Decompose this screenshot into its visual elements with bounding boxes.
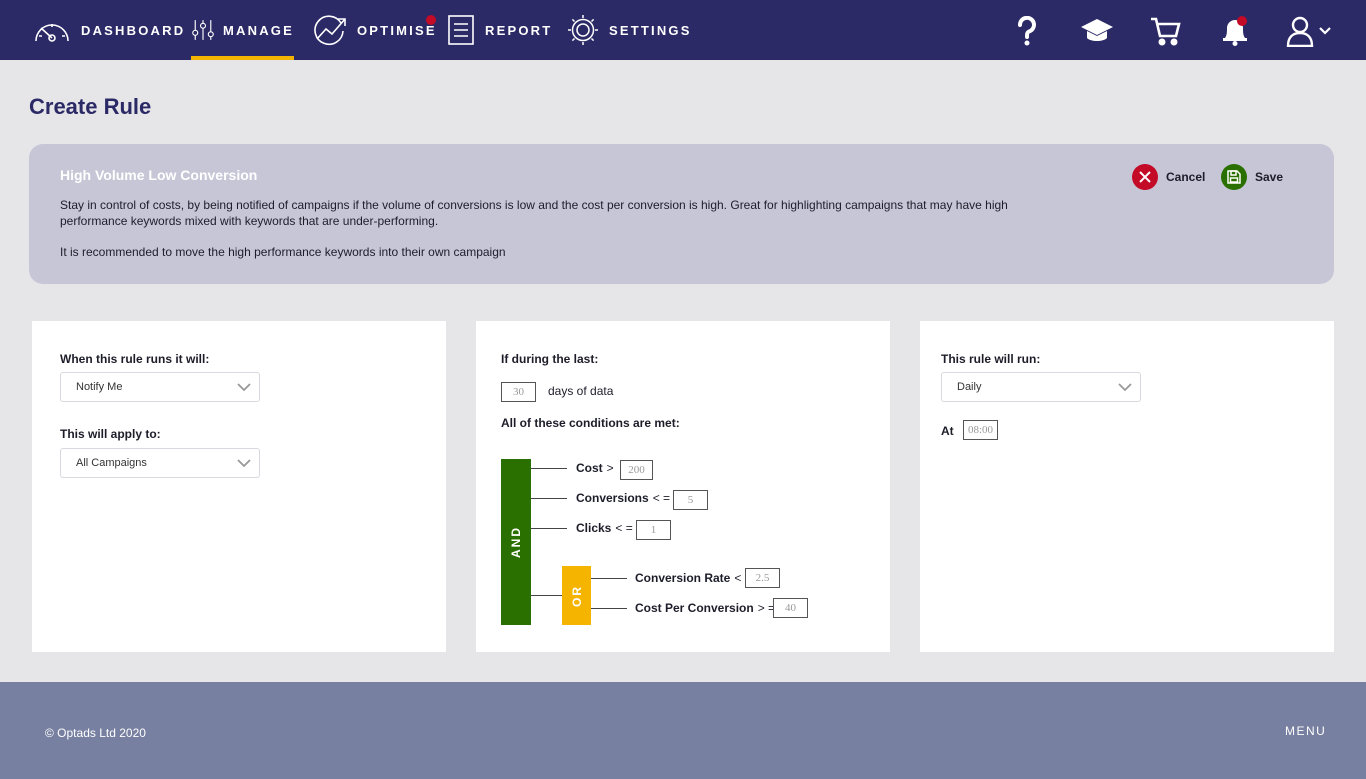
at-label: At — [941, 424, 954, 438]
condition-operator: < = — [652, 491, 671, 505]
rule-info-panel: High Volume Low Conversion Stay in contr… — [29, 144, 1334, 284]
condition-name: Cost — [576, 461, 603, 475]
during-label: If during the last: — [501, 352, 599, 366]
optimise-notification-dot — [426, 15, 436, 25]
rule-title: High Volume Low Conversion — [60, 167, 258, 183]
document-icon — [448, 15, 474, 45]
footer: © Optads Ltd 2020 MENU — [0, 682, 1366, 779]
nav-label-report: REPORT — [485, 22, 553, 38]
or-label: OR — [569, 584, 584, 607]
action-card: When this rule runs it will: Notify Me T… — [32, 321, 446, 652]
conditions-card: If during the last: 30 days of data All … — [476, 321, 890, 652]
condition-operator: < = — [615, 521, 633, 535]
help-icon[interactable] — [1010, 14, 1044, 48]
conversion-rate-value-input[interactable]: 2.5 — [745, 568, 780, 588]
apply-select-value: All Campaigns — [76, 457, 147, 469]
condition-operator: < — [734, 571, 742, 585]
close-icon — [1132, 164, 1158, 190]
nav-label-optimise: OPTIMISE — [357, 22, 437, 38]
connector-line — [531, 595, 562, 596]
sliders-icon — [192, 20, 214, 40]
frequency-select-value: Daily — [957, 381, 982, 393]
floppy-disk-icon — [1221, 164, 1247, 190]
nav-manage[interactable]: MANAGE — [191, 0, 294, 60]
cancel-button[interactable]: Cancel — [1132, 164, 1205, 190]
cart-icon[interactable] — [1149, 14, 1183, 48]
action-select[interactable]: Notify Me — [60, 372, 260, 402]
connector-line — [591, 608, 627, 609]
copyright: © Optads Ltd 2020 — [45, 726, 146, 740]
runs-label: When this rule runs it will: — [60, 352, 210, 366]
connector-line — [591, 578, 627, 579]
schedule-card: This rule will run: Daily At 08:00 — [920, 321, 1334, 652]
connector-line — [531, 498, 567, 499]
time-input[interactable]: 08:00 — [963, 420, 998, 440]
nav-dashboard[interactable]: DASHBOARD — [31, 0, 185, 60]
chart-trend-icon — [314, 15, 346, 46]
condition-conversion-rate: Conversion Rate < — [635, 571, 741, 585]
condition-operator: > — [606, 461, 614, 475]
save-label: Save — [1255, 170, 1284, 184]
nav-optimise[interactable]: OPTIMISE — [313, 0, 437, 60]
nav-label-manage: MANAGE — [223, 22, 294, 38]
gauge-icon — [35, 24, 69, 42]
bell-notification-dot — [1237, 16, 1247, 26]
menu-link[interactable]: MENU — [1285, 724, 1326, 738]
clicks-value-input[interactable]: 1 — [636, 520, 671, 540]
apply-label: This will apply to: — [60, 427, 161, 441]
top-nav: DASHBOARD MANAGE OPTIMISE REPORT SETTING… — [0, 0, 1366, 60]
rule-description: Stay in control of costs, by being notif… — [60, 198, 1008, 228]
page-title: Create Rule — [29, 94, 152, 119]
conversions-value-input[interactable]: 5 — [673, 490, 708, 510]
nav-label-dashboard: DASHBOARD — [81, 22, 186, 38]
condition-conversions: Conversions < = — [576, 491, 670, 505]
connector-line — [531, 528, 567, 529]
condition-name: Conversion Rate — [635, 571, 731, 585]
or-group-bar: OR — [562, 566, 591, 625]
frequency-select[interactable]: Daily — [941, 372, 1141, 402]
rule-recommendation: It is recommended to move the high perfo… — [60, 245, 506, 259]
conditions-label: All of these conditions are met: — [501, 416, 680, 430]
connector-line — [531, 468, 567, 469]
condition-cost-per-conversion: Cost Per Conversion > = — [635, 601, 775, 615]
nav-settings[interactable]: SETTINGS — [565, 0, 692, 60]
apply-select[interactable]: All Campaigns — [60, 448, 260, 478]
condition-name: Cost Per Conversion — [635, 601, 754, 615]
chevron-down-icon[interactable] — [1316, 14, 1334, 48]
chevron-down-icon — [237, 383, 251, 392]
days-input[interactable]: 30 — [501, 382, 536, 402]
condition-name: Clicks — [576, 521, 612, 535]
cost-per-conversion-value-input[interactable]: 40 — [773, 598, 808, 618]
days-suffix: days of data — [548, 384, 614, 398]
chevron-down-icon — [237, 459, 251, 468]
condition-clicks: Clicks < = — [576, 521, 633, 535]
run-label: This rule will run: — [941, 352, 1041, 366]
chevron-down-icon — [1118, 383, 1132, 392]
graduation-cap-icon[interactable] — [1080, 14, 1114, 48]
gear-icon — [568, 15, 598, 45]
and-label: AND — [509, 526, 523, 558]
condition-name: Conversions — [576, 491, 649, 505]
condition-cost: Cost > — [576, 461, 614, 475]
user-icon[interactable] — [1283, 14, 1317, 48]
nav-report[interactable]: REPORT — [447, 0, 552, 60]
action-select-value: Notify Me — [76, 381, 123, 393]
nav-label-settings: SETTINGS — [609, 22, 692, 38]
cancel-label: Cancel — [1166, 170, 1206, 184]
and-group-bar: AND — [501, 459, 531, 625]
save-button[interactable]: Save — [1221, 164, 1283, 190]
cost-value-input[interactable]: 200 — [620, 460, 653, 480]
